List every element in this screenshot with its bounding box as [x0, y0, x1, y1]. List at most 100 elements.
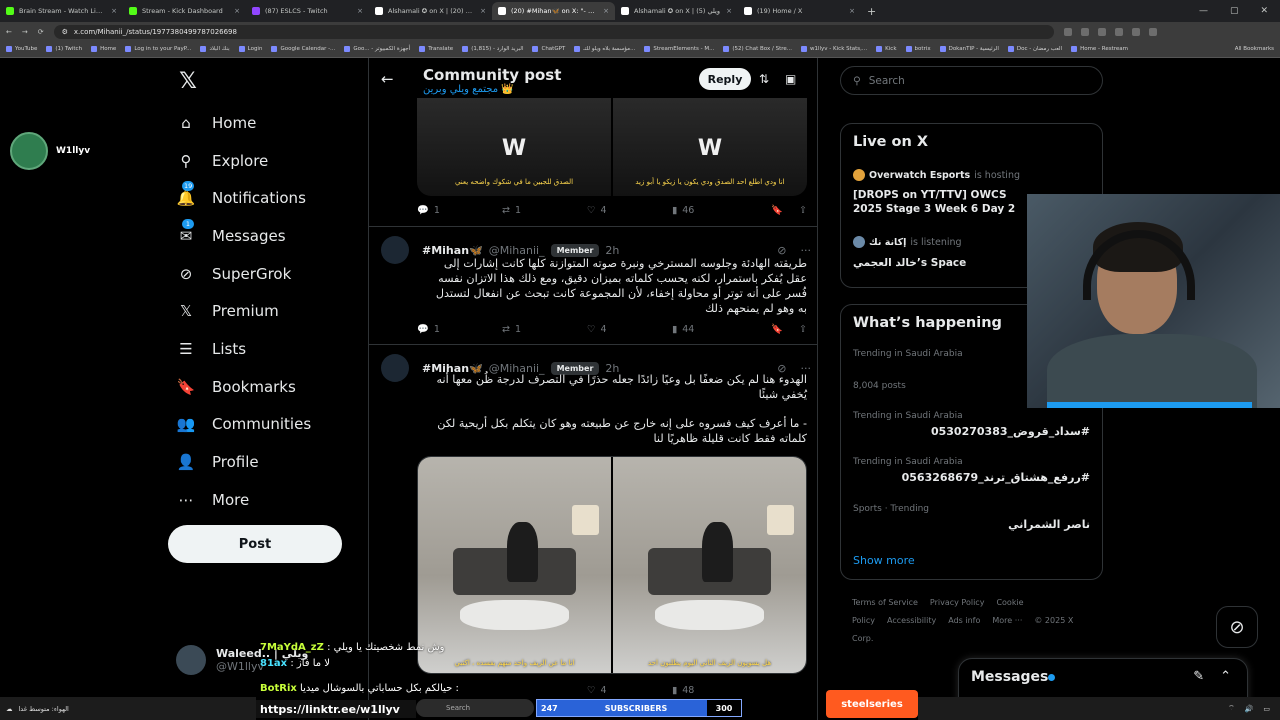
- views-action[interactable]: ▮ 48: [672, 685, 757, 696]
- new-tab-button[interactable]: +: [861, 5, 882, 18]
- reader-mode-icon[interactable]: ▣: [785, 72, 796, 86]
- close-window-icon[interactable]: ✕: [1260, 6, 1268, 16]
- chevron-up-icon[interactable]: ⌃: [1220, 669, 1231, 684]
- bookmark-item[interactable]: البريد الوارد - (1,815): [462, 46, 523, 52]
- extension-icon[interactable]: [1148, 27, 1157, 36]
- browser-tab[interactable]: Alshamali ✪ on X | ويلي (20) ×: [369, 2, 492, 20]
- sidebar-item-notifications[interactable]: 🔔 19 Notifications: [176, 179, 311, 217]
- bookmark-item[interactable]: (52) Chat Box / Stre...: [723, 46, 792, 52]
- footer-link[interactable]: Terms of Service: [852, 598, 918, 607]
- reply-action[interactable]: 💬 1: [417, 324, 502, 335]
- extension-icon[interactable]: [1063, 27, 1072, 36]
- author-handle[interactable]: @Mihanii_: [489, 244, 545, 257]
- taskbar-search[interactable]: Search: [416, 699, 534, 717]
- like-action[interactable]: ♡ 4: [587, 685, 672, 696]
- maximize-icon[interactable]: ▢: [1230, 6, 1239, 16]
- footer-link[interactable]: Privacy Policy: [930, 598, 985, 607]
- url-field[interactable]: ⚙ x.com/Mihanii_/status/1977380499787026…: [53, 24, 1054, 39]
- sidebar-item-more[interactable]: ⋯ More: [176, 481, 311, 519]
- battery-icon[interactable]: ▭: [1263, 705, 1270, 713]
- repost-action[interactable]: ⇄ 1: [502, 324, 587, 335]
- share-icon[interactable]: ⇪: [799, 205, 807, 216]
- bookmark-item[interactable]: botrix: [905, 46, 931, 52]
- bookmark-item[interactable]: Translate: [419, 46, 453, 52]
- sidebar-item-bookmarks[interactable]: 🔖 Bookmarks: [176, 368, 311, 406]
- sidebar-item-messages[interactable]: ✉ 1 Messages: [176, 217, 311, 255]
- browser-tab[interactable]: (87) ESLCS - Twitch ×: [246, 2, 369, 20]
- bookmark-item[interactable]: ChatGPT: [532, 46, 565, 52]
- live-host-row[interactable]: Overwatch Esports is hosting: [853, 169, 1020, 181]
- show-more-link[interactable]: Show more: [853, 554, 915, 567]
- live-title[interactable]: خالد العجمي’s Space: [853, 256, 1023, 270]
- sidebar-item-communities[interactable]: 👥 Communities: [176, 406, 312, 444]
- bookmark-item[interactable]: بنك البلاد: [200, 46, 230, 52]
- bookmark-item[interactable]: (1) Twitch: [46, 46, 82, 52]
- media-panel[interactable]: W الصدق للجبين ما في شكوك واضحه يعني: [417, 98, 611, 196]
- bookmark-item[interactable]: YouTube: [6, 46, 37, 52]
- back-arrow-icon[interactable]: ←: [381, 70, 394, 88]
- all-bookmarks[interactable]: All Bookmarks: [1235, 46, 1274, 52]
- live-host-row[interactable]: إكانة نك is listening: [853, 236, 962, 248]
- bookmark-item[interactable]: مؤسسة بلاه ويلو للتـ...: [574, 46, 635, 52]
- more-icon[interactable]: ···: [801, 244, 812, 257]
- browser-tab[interactable]: Stream - Kick Dashboard ×: [123, 2, 246, 20]
- close-icon[interactable]: ×: [603, 7, 609, 15]
- extension-icon[interactable]: [1097, 27, 1106, 36]
- bookmark-item[interactable]: DokanTIP - الرئيسية: [939, 46, 999, 52]
- volume-icon[interactable]: 🔊: [1245, 705, 1254, 713]
- tweet-media-top[interactable]: W الصدق للجبين ما في شكوك واضحه يعني W ا…: [417, 98, 807, 196]
- bookmark-item[interactable]: Google Calendar -...: [271, 46, 335, 52]
- sidebar-item-premium[interactable]: 𝕏 Premium: [176, 292, 311, 330]
- post-button[interactable]: Post: [168, 525, 342, 563]
- bookmark-item[interactable]: Home: [91, 46, 116, 52]
- sidebar-item-home[interactable]: ⌂ Home: [176, 104, 311, 142]
- grok-icon[interactable]: ⊘: [777, 244, 786, 257]
- trend-item[interactable]: ناصر الشمراني: [1008, 518, 1090, 531]
- sidebar-item-supergrok[interactable]: ⊘ SuperGrok: [176, 255, 311, 293]
- sliders-icon[interactable]: ⇅: [759, 72, 769, 86]
- bookmark-item[interactable]: Log in to your PayP...: [125, 46, 191, 52]
- close-icon[interactable]: ×: [726, 7, 732, 15]
- media-panel[interactable]: W انا ودي اطلع احد الصدق ودي يكون يا زيك…: [613, 98, 807, 196]
- weather-icon[interactable]: ☁: [6, 705, 13, 713]
- forward-arrow-icon[interactable]: →: [22, 28, 28, 36]
- sidebar-item-explore[interactable]: ⚲ Explore: [176, 142, 311, 180]
- x-logo-icon[interactable]: 𝕏: [176, 70, 200, 94]
- trend-item[interactable]: #سداد_قروض_0530270383: [931, 425, 1090, 438]
- footer-link[interactable]: More ···: [992, 616, 1022, 625]
- media-panel[interactable]: انا ما عن الزيف واحد متهم بفسده ، اكتبي: [418, 457, 611, 673]
- extension-icon[interactable]: [1131, 27, 1140, 36]
- bookmark-icon[interactable]: 🔖: [771, 205, 783, 216]
- browser-tab[interactable]: (20) #Mihan🦋 on X: "- 5# ..." ×: [492, 2, 615, 20]
- browser-tab[interactable]: Alshamali ✪ on X | ويلي (5) ×: [615, 2, 738, 20]
- views-action[interactable]: ▮ 44: [672, 324, 757, 335]
- footer-link[interactable]: Accessibility: [887, 616, 936, 625]
- close-icon[interactable]: ×: [849, 7, 855, 15]
- timestamp[interactable]: 2h: [605, 244, 619, 257]
- browser-tab[interactable]: (19) Home / X ×: [738, 2, 861, 20]
- bookmark-icon[interactable]: 🔖: [771, 324, 783, 335]
- bookmark-item[interactable]: Goo... - أجهزة الكمبيوتر: [344, 46, 410, 52]
- avatar[interactable]: [381, 354, 409, 382]
- minimize-icon[interactable]: —: [1199, 6, 1208, 16]
- extension-icon[interactable]: [1080, 27, 1089, 36]
- close-icon[interactable]: ×: [480, 7, 486, 15]
- footer-link[interactable]: Ads info: [948, 616, 980, 625]
- compose-message-icon[interactable]: ✎: [1193, 669, 1204, 684]
- bookmark-item[interactable]: w1llyv - Kick Stats,...: [801, 46, 867, 52]
- like-action[interactable]: ♡ 4: [587, 324, 672, 335]
- bookmark-item[interactable]: Home - Restream: [1071, 46, 1128, 52]
- media-panel[interactable]: هل يسويون الزيف الثاني اليوم يطلبون احد: [613, 457, 806, 673]
- reply-action[interactable]: 💬 1: [417, 205, 502, 216]
- grok-fab-icon[interactable]: ⊘: [1216, 606, 1258, 648]
- like-action[interactable]: ♡ 4: [587, 205, 672, 216]
- sidebar-item-profile[interactable]: 👤 Profile: [176, 443, 311, 481]
- author-name[interactable]: #Mihan🦋: [422, 244, 483, 257]
- close-icon[interactable]: ×: [111, 7, 117, 15]
- bookmark-item[interactable]: Login: [238, 46, 262, 52]
- bookmark-item[interactable]: Kick: [876, 46, 897, 52]
- tweet-media[interactable]: انا ما عن الزيف واحد متهم بفسده ، اكتبي …: [417, 456, 807, 674]
- weather-text[interactable]: الهواء: متوسط غدا: [19, 705, 69, 713]
- trend-item[interactable]: #ررفع_هشتاق_ترند_0563268679: [902, 471, 1090, 484]
- share-icon[interactable]: ⇪: [799, 324, 807, 335]
